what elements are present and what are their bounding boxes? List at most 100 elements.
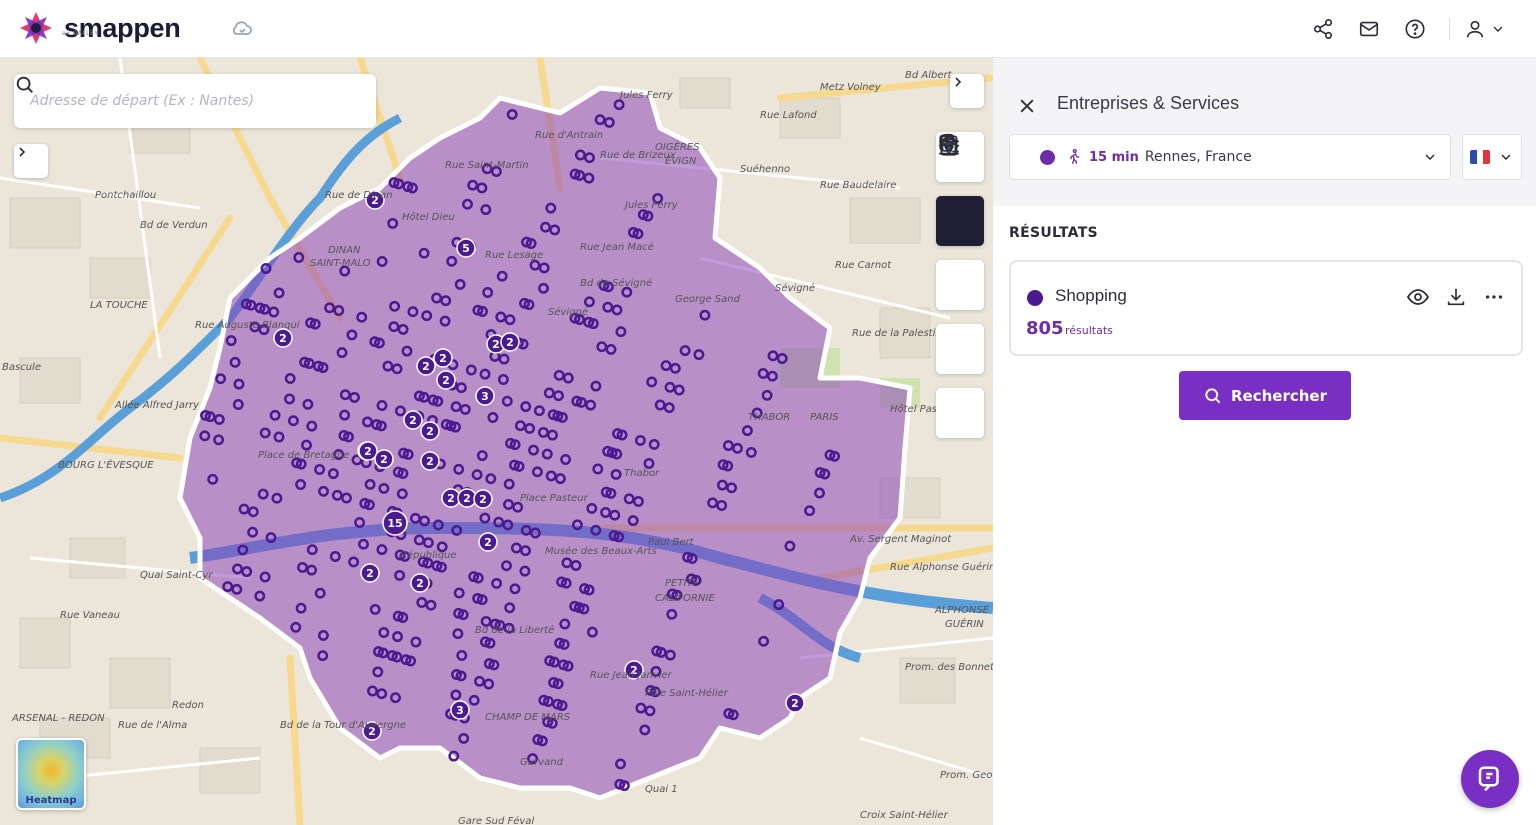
map-label: Metz Volney — [820, 82, 882, 93]
map-label: Quai Saint-Cyr — [140, 570, 213, 581]
isochrone-selector[interactable]: 15 min Rennes, France — [1009, 134, 1451, 180]
map-label: Paul Bert — [648, 537, 695, 548]
user-menu[interactable] — [1464, 18, 1506, 40]
businesses-tool-button[interactable] — [936, 134, 984, 246]
map-label: ARSENAL - REDON — [11, 713, 105, 724]
svg-text:2: 2 — [380, 453, 388, 466]
start-address-search[interactable] — [14, 74, 376, 128]
help-icon[interactable] — [1403, 17, 1427, 41]
map-label: Allée Alfred Jarry — [114, 399, 200, 411]
map-label: Hôtel Dieu — [402, 211, 455, 223]
more-options-icon[interactable] — [1481, 284, 1507, 310]
expand-left-panel-button[interactable] — [14, 144, 48, 178]
svg-text:2: 2 — [479, 493, 487, 506]
cluster-marker[interactable]: 2 — [473, 489, 493, 509]
chat-support-button[interactable] — [1461, 750, 1519, 808]
cluster-marker[interactable]: 2 — [403, 410, 423, 430]
search-button[interactable]: Rechercher — [1179, 371, 1351, 420]
cluster-marker[interactable]: 15 — [382, 510, 408, 536]
map-label: Quai 1 — [645, 784, 678, 795]
panel-header: Entreprises & Services 15 min Rennes, Fr… — [993, 58, 1536, 206]
cluster-marker[interactable]: 2 — [433, 348, 453, 368]
cluster-marker[interactable]: 3 — [450, 700, 470, 720]
map-label: ALPHONSE — [934, 605, 990, 616]
svg-text:2: 2 — [426, 425, 434, 438]
map-label: CHAMP DE MARS — [485, 712, 571, 723]
map-label: Rue Auguste Blanqui — [195, 320, 300, 331]
cluster-marker[interactable]: 2 — [478, 532, 498, 552]
panel-title: Entreprises & Services — [1057, 93, 1240, 113]
country-selector[interactable] — [1462, 134, 1522, 180]
svg-text:3: 3 — [456, 704, 464, 717]
search-icon[interactable] — [14, 74, 36, 96]
france-flag-icon — [1470, 150, 1490, 164]
map-label: Croix Saint-Hélier — [860, 809, 949, 821]
svg-text:5: 5 — [462, 242, 470, 255]
map-label: République — [400, 549, 457, 561]
svg-text:2: 2 — [506, 336, 514, 349]
isochrone-duration: 15 min — [1089, 149, 1139, 165]
map-label: PETITE — [665, 578, 700, 589]
cluster-marker[interactable]: 3 — [475, 386, 495, 406]
walking-icon — [1070, 148, 1080, 164]
map-label: Gare Sud Féval — [458, 815, 534, 825]
svg-text:2: 2 — [422, 360, 430, 373]
map-label: Prom. des Bonnets — [905, 662, 993, 673]
map-label: Jules Ferry — [623, 200, 679, 211]
map-label: Rue Baudelaire — [820, 180, 896, 191]
cluster-marker[interactable]: 2 — [416, 356, 436, 376]
map-label: Pontchaillou — [95, 190, 156, 201]
map-canvas[interactable]: 252222222322221522222223222 Jules FerryR… — [0, 58, 993, 825]
search-icon — [1205, 387, 1221, 403]
brand-logo[interactable]: smappen — [16, 8, 181, 48]
institutions-tool-button[interactable] — [936, 135, 984, 310]
eye-icon[interactable] — [1405, 284, 1431, 310]
map-label: Sévigné — [775, 282, 815, 294]
map-label: Pôle Saint-Hélier — [645, 687, 729, 699]
heatmap-toggle[interactable]: Heatmap — [16, 738, 86, 810]
cluster-marker[interactable]: 2 — [500, 332, 520, 352]
result-card[interactable]: Shopping 805 résultats — [1009, 260, 1523, 356]
chevron-down-icon — [1501, 154, 1511, 161]
cluster-marker[interactable]: 2 — [420, 451, 440, 471]
close-icon[interactable] — [1017, 96, 1037, 116]
heatmap-label: Heatmap — [25, 795, 77, 806]
cluster-marker[interactable]: 2 — [358, 441, 378, 461]
report-tool-button[interactable] — [936, 133, 984, 374]
cluster-marker[interactable]: 2 — [457, 488, 477, 508]
map-label: Rue Carnot — [835, 260, 892, 271]
cluster-marker[interactable]: 5 — [456, 238, 476, 258]
download-icon[interactable] — [1443, 284, 1469, 310]
cluster-marker[interactable]: 2 — [410, 573, 430, 593]
cluster-marker[interactable]: 2 — [436, 370, 456, 390]
svg-text:2: 2 — [447, 492, 455, 505]
share-icon[interactable] — [1311, 17, 1335, 41]
chevron-right-icon — [955, 77, 962, 87]
map-label: Bascule — [2, 362, 41, 373]
chat-icon — [1478, 766, 1499, 792]
cluster-marker[interactable]: 2 — [360, 563, 380, 583]
mail-icon[interactable] — [1357, 17, 1381, 41]
map-label: Rue de la Palestine — [852, 328, 948, 339]
map-label: Rue Vaneau — [60, 610, 120, 621]
database-add-icon — [939, 133, 959, 155]
map-label: Musée des Beaux-Arts — [545, 545, 657, 557]
map-label: LA TOUCHE — [90, 300, 148, 311]
chevron-down-icon — [1425, 154, 1435, 161]
cluster-marker[interactable]: 2 — [273, 328, 293, 348]
start-address-input[interactable] — [30, 93, 376, 109]
chevron-right-icon — [19, 147, 26, 157]
map-label: BOURG L'ÉVESQUE — [58, 458, 154, 471]
collapse-right-panel-button[interactable] — [950, 74, 984, 108]
data-import-tool-button[interactable] — [936, 133, 984, 438]
isochrone-color-dot — [1040, 149, 1055, 165]
map-toolbar — [936, 132, 984, 452]
map-label: Rue d'Antrain — [535, 130, 603, 141]
cloud-sync-icon[interactable] — [230, 16, 254, 40]
results-heading: RÉSULTATS — [1009, 225, 1098, 241]
cluster-marker[interactable]: 2 — [785, 693, 805, 713]
isochrone-location: Rennes, France — [1144, 149, 1252, 165]
cluster-marker[interactable]: 2 — [374, 449, 394, 469]
map-label: Jules Ferry — [618, 90, 674, 101]
cluster-marker[interactable]: 2 — [420, 421, 440, 441]
